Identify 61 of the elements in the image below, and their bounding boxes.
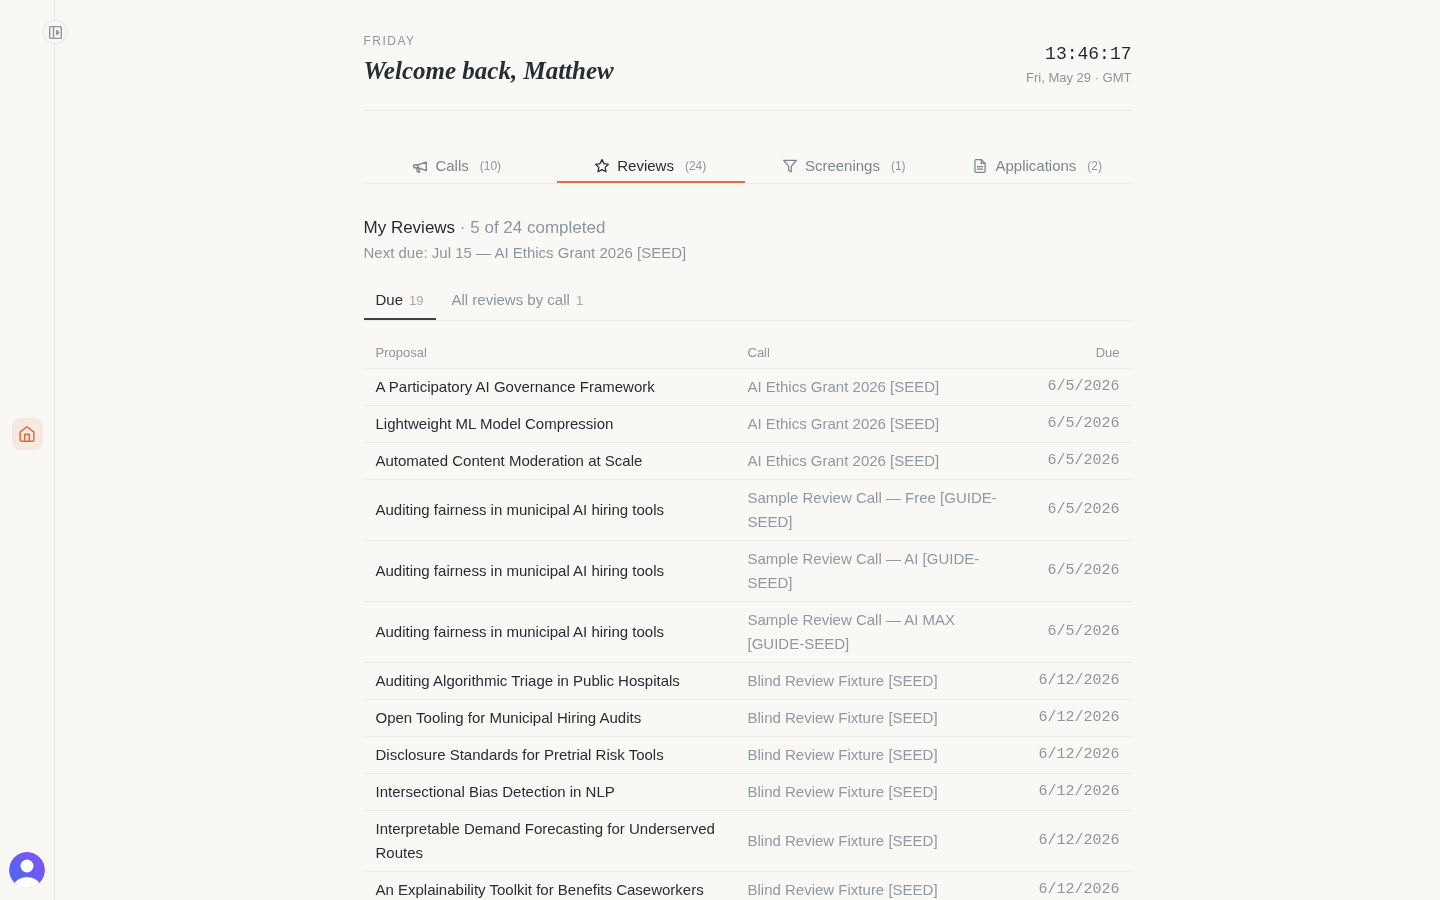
- section-tab[interactable]: Applications (2): [944, 147, 1132, 183]
- due-date: 6/5/2026: [1047, 562, 1120, 579]
- home-icon: [19, 426, 35, 442]
- section-tab[interactable]: Screenings (1): [750, 147, 938, 183]
- clock-time: 13:46:17: [1045, 43, 1132, 65]
- proposal-title: Auditing Algorithmic Triage in Public Hospitals: [375, 672, 680, 689]
- due-date: 6/12/2026: [1038, 832, 1120, 849]
- view-tab[interactable]: All reviews by call 1: [439, 285, 596, 320]
- proposal-title: Auditing fairness in municipal AI hiring tools: [375, 562, 664, 579]
- due-date: 6/12/2026: [1038, 783, 1120, 800]
- call-name: Blind Review Fixture [SEED]: [747, 832, 938, 849]
- call-name: Sample Review Call — Free [GUIDE-SEED]: [747, 489, 997, 530]
- day-label: FRIDAY: [363, 33, 417, 49]
- due-date: 6/12/2026: [1038, 881, 1120, 898]
- section-tab[interactable]: Reviews (24): [557, 147, 745, 183]
- proposal-title: Intersectional Bias Detection in NLP: [375, 783, 615, 800]
- call-name: AI Ethics Grant 2026 [SEED]: [747, 378, 940, 395]
- panel-icon: [48, 25, 62, 39]
- call-name: Blind Review Fixture [SEED]: [747, 881, 938, 898]
- proposal-title: Auditing fairness in municipal AI hiring tools: [375, 623, 664, 640]
- next-due-text: Next due: Jul 15 — AI Ethics Grant 2026 [SEED]: [363, 244, 687, 261]
- proposal-title: Interpretable Demand Forecasting for Underserved Routes: [375, 820, 715, 861]
- section-tab[interactable]: Calls (10): [363, 147, 551, 183]
- call-name: AI Ethics Grant 2026 [SEED]: [747, 452, 940, 469]
- due-date: 6/12/2026: [1038, 746, 1120, 763]
- proposal-title: Disclosure Standards for Pretrial Risk Tools: [375, 746, 664, 763]
- due-date: 6/12/2026: [1038, 672, 1120, 689]
- star-icon: [595, 159, 610, 173]
- column-header: Call: [747, 345, 770, 360]
- proposal-title: Automated Content Moderation at Scale: [375, 452, 643, 469]
- due-date: 6/5/2026: [1047, 452, 1120, 469]
- proposal-title: Lightweight ML Model Compression: [375, 415, 614, 432]
- due-date: 6/5/2026: [1047, 623, 1120, 640]
- view-tab[interactable]: Due 19: [363, 285, 436, 320]
- date-label: Fri, May 29 · GMT: [1026, 69, 1132, 87]
- column-header: Due: [1095, 345, 1120, 360]
- call-name: Blind Review Fixture [SEED]: [747, 672, 938, 689]
- proposal-title: Auditing fairness in municipal AI hiring tools: [375, 501, 664, 518]
- call-name: AI Ethics Grant 2026 [SEED]: [747, 415, 940, 432]
- avatar-icon[interactable]: [9, 852, 45, 888]
- document-icon: [973, 159, 988, 173]
- greeting-title: Welcome back, Matthew: [363, 56, 614, 86]
- filter-icon: [782, 159, 797, 173]
- call-name: Blind Review Fixture [SEED]: [747, 783, 938, 800]
- sidebar-toggle-button[interactable]: [43, 20, 67, 44]
- due-date: 6/5/2026: [1047, 378, 1120, 395]
- proposal-title: A Participatory AI Governance Framework: [375, 378, 655, 395]
- proposal-title: Open Tooling for Municipal Hiring Audits: [375, 709, 642, 726]
- progress-text: · 5 of 24 completed: [459, 218, 606, 237]
- call-name: Sample Review Call — AI [GUIDE-SEED]: [747, 550, 980, 591]
- call-name: Blind Review Fixture [SEED]: [747, 709, 938, 726]
- due-date: 6/12/2026: [1038, 709, 1120, 726]
- home-nav-button[interactable]: [11, 418, 43, 450]
- call-name: Sample Review Call — AI MAX [GUIDE-SEED]: [747, 611, 956, 652]
- proposal-title: An Explainability Toolkit for Benefits Caseworkers: [375, 881, 704, 898]
- megaphone-icon: [413, 159, 428, 173]
- column-header: Proposal: [375, 345, 427, 360]
- call-name: Blind Review Fixture [SEED]: [747, 746, 938, 763]
- section-title: My Reviews: [363, 218, 456, 237]
- due-date: 6/5/2026: [1047, 415, 1120, 432]
- due-date: 6/5/2026: [1047, 501, 1120, 518]
